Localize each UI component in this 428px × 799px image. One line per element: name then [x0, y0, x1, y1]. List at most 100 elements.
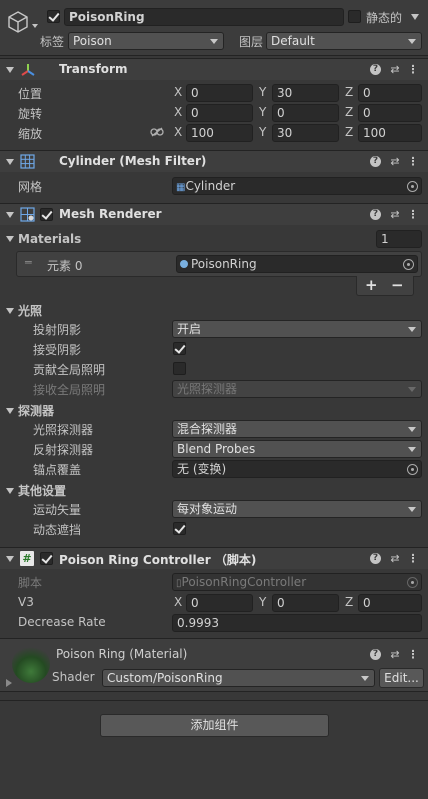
help-icon[interactable]: ?	[370, 649, 381, 660]
position-z-field[interactable]: 0	[358, 84, 422, 102]
mesh-renderer-enabled-checkbox[interactable]	[40, 208, 53, 221]
v3-x-field[interactable]: 0	[186, 594, 253, 612]
presets-icon[interactable]: ⇄	[388, 207, 402, 223]
shader-label: Shader	[52, 670, 95, 684]
rotation-y-field[interactable]: 0	[272, 104, 339, 122]
position-y-field[interactable]: 30	[272, 84, 339, 102]
chevron-down-icon	[210, 39, 218, 44]
anchor-override-field[interactable]: 无 (变换)	[172, 460, 422, 478]
motion-vectors-label: 运动矢量	[33, 503, 82, 517]
more-options-icon[interactable]: ⋮	[406, 551, 420, 567]
foldout-arrow-icon[interactable]	[6, 212, 14, 218]
material-sphere-icon	[180, 260, 188, 268]
v3-z-field[interactable]: 0	[358, 594, 422, 612]
materials-add-remove: + −	[356, 276, 414, 296]
cast-shadows-dropdown[interactable]: 开启	[172, 320, 422, 338]
materials-list-header[interactable]: Materials 1	[0, 229, 428, 249]
receive-gi-dropdown: 光照探测器	[172, 380, 422, 398]
active-checkbox[interactable]	[47, 10, 60, 23]
foldout-arrow-icon[interactable]	[6, 556, 14, 562]
foldout-arrow-icon[interactable]	[6, 159, 14, 165]
controller-header[interactable]: # Poison Ring Controller （脚本) ? ⇄ ⋮	[0, 547, 428, 569]
static-checkbox[interactable]	[348, 10, 361, 23]
object-picker-icon[interactable]	[403, 259, 414, 270]
decrease-rate-field[interactable]: 0.9993	[172, 614, 422, 632]
transform-header[interactable]: Transform ? ⇄ ⋮	[0, 58, 428, 80]
other-settings-foldout-icon[interactable]	[6, 488, 14, 494]
drag-handle-icon[interactable]: ═	[25, 256, 32, 269]
tag-label: 标签	[40, 35, 65, 49]
add-component-button[interactable]: 添加组件	[100, 714, 329, 737]
layer-dropdown[interactable]: Default	[266, 32, 422, 50]
light-probes-dropdown[interactable]: 混合探测器	[172, 420, 422, 438]
material-foldout-icon[interactable]	[6, 679, 12, 687]
scale-x-axis: X	[174, 125, 183, 139]
presets-icon[interactable]: ⇄	[388, 154, 402, 170]
contribute-gi-checkbox[interactable]	[173, 362, 186, 375]
lighting-foldout-icon[interactable]	[6, 308, 14, 314]
controller-title: Poison Ring Controller （脚本)	[59, 553, 257, 567]
rotation-z-field[interactable]: 0	[358, 104, 422, 122]
mesh-filter-header[interactable]: Cylinder (Mesh Filter) ? ⇄ ⋮	[0, 150, 428, 172]
mesh-label: 网格	[18, 180, 43, 194]
add-element-button[interactable]: +	[365, 276, 378, 294]
static-dropdown-icon[interactable]	[411, 14, 419, 20]
materials-count-field[interactable]: 1	[376, 230, 422, 248]
presets-icon[interactable]: ⇄	[388, 62, 402, 78]
receive-gi-value: 光照探测器	[177, 382, 238, 396]
motion-vectors-dropdown[interactable]: 每对象运动	[172, 500, 422, 518]
scale-x-field[interactable]: 100	[186, 124, 253, 142]
transform-title: Transform	[59, 62, 128, 76]
scale-y-field[interactable]: 30	[272, 124, 339, 142]
tag-value: Poison	[73, 34, 112, 48]
foldout-arrow-icon[interactable]	[6, 67, 14, 73]
v3-y-axis: Y	[259, 595, 267, 609]
shader-edit-button[interactable]: Edit...	[379, 668, 424, 688]
element-0-material-field[interactable]: PoisonRing	[176, 255, 418, 273]
help-icon[interactable]: ?	[370, 156, 381, 167]
help-icon[interactable]: ?	[370, 64, 381, 75]
foldout-arrow-icon[interactable]	[6, 236, 14, 242]
reflection-probes-dropdown[interactable]: Blend Probes	[172, 440, 422, 458]
materials-label: Materials	[18, 232, 82, 246]
more-options-icon[interactable]: ⋮	[406, 154, 420, 170]
help-icon[interactable]: ?	[370, 553, 381, 564]
motion-vectors-value: 每对象运动	[177, 502, 238, 516]
controller-enabled-checkbox[interactable]	[40, 552, 53, 565]
more-options-icon[interactable]: ⋮	[406, 647, 420, 663]
rotation-x-field[interactable]: 0	[186, 104, 253, 122]
rotation-label: 旋转	[18, 107, 43, 121]
constrain-proportions-link-icon[interactable]	[150, 127, 164, 137]
v3-x-axis: X	[174, 595, 183, 609]
more-options-icon[interactable]: ⋮	[406, 207, 420, 223]
shader-dropdown[interactable]: Custom/PoisonRing	[102, 669, 375, 687]
chevron-down-icon	[408, 39, 416, 44]
presets-icon[interactable]: ⇄	[388, 647, 402, 663]
component-header-icons: ? ⇄ ⋮	[368, 551, 420, 567]
object-picker-icon[interactable]	[407, 181, 418, 192]
gameobject-name-field[interactable]: PoisonRing	[64, 8, 344, 26]
scale-z-field[interactable]: 100	[358, 124, 422, 142]
remove-element-button[interactable]: −	[391, 276, 404, 294]
receive-shadows-checkbox[interactable]	[173, 342, 186, 355]
contribute-gi-label: 贡献全局照明	[33, 363, 106, 377]
v3-y-field[interactable]: 0	[272, 594, 339, 612]
position-x-field[interactable]: 0	[186, 84, 253, 102]
mesh-renderer-header[interactable]: Mesh Renderer ? ⇄ ⋮	[0, 203, 428, 225]
help-icon[interactable]: ?	[370, 209, 381, 220]
probes-label: 探测器	[18, 404, 55, 418]
tag-dropdown[interactable]: Poison	[68, 32, 224, 50]
reflection-probes-value: Blend Probes	[177, 442, 256, 456]
scale-z-axis: Z	[345, 125, 354, 139]
object-picker-icon[interactable]	[407, 464, 418, 475]
anchor-override-value: 无 (变换)	[177, 462, 227, 476]
presets-icon[interactable]: ⇄	[388, 551, 402, 567]
scale-y-axis: Y	[259, 125, 267, 139]
probes-foldout-icon[interactable]	[6, 408, 14, 414]
material-preview-sphere	[12, 645, 50, 683]
mesh-object-field[interactable]: ▦Cylinder	[172, 177, 422, 195]
rotation-z-axis: Z	[345, 105, 354, 119]
more-options-icon[interactable]: ⋮	[406, 62, 420, 78]
gameobject-icon-dropdown-icon[interactable]	[32, 24, 38, 28]
dynamic-occlusion-checkbox[interactable]	[173, 522, 186, 535]
